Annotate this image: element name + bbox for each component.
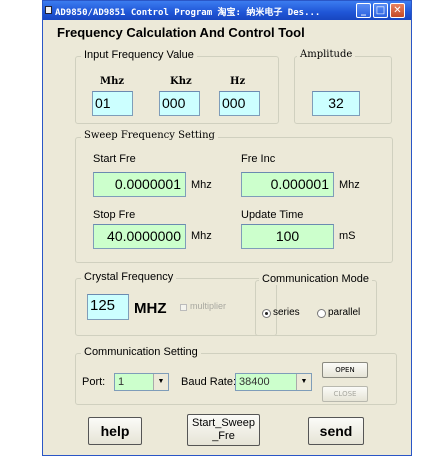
start-sweep-label-line1: Start_Sweep bbox=[192, 417, 255, 429]
title-bar[interactable]: AD9850/AD9851 Control Program 淘宝: 纳米电子 D… bbox=[43, 1, 411, 20]
chevron-down-icon: ▼ bbox=[153, 374, 168, 390]
serial-radio[interactable] bbox=[262, 309, 271, 318]
sweep-group: Sweep Frequency Setting Start Fre Fre In… bbox=[75, 130, 393, 263]
start-sweep-label-line2: _Fre bbox=[212, 430, 235, 442]
comm-setting-group: Communication Setting Port: 1 ▼ Baud Rat… bbox=[75, 346, 397, 405]
crystal-legend: Crystal Frequency bbox=[81, 271, 177, 283]
update-time-unit: mS bbox=[339, 230, 356, 242]
hz-label: Hz bbox=[230, 76, 246, 87]
comm-setting-legend: Communication Setting bbox=[81, 346, 201, 358]
stop-fre-input[interactable]: 40.0000000 bbox=[93, 224, 186, 249]
update-time-input[interactable]: 100 bbox=[241, 224, 334, 249]
comm-mode-group: Communication Mode series parallel bbox=[255, 273, 377, 336]
crystal-group: Crystal Frequency 125 MHZ multiplier bbox=[75, 271, 277, 336]
app-icon bbox=[45, 6, 52, 14]
crystal-input[interactable]: 125 bbox=[87, 294, 129, 320]
mhz-input[interactable]: 01 bbox=[92, 91, 133, 116]
mhz-label: Mhz bbox=[100, 76, 125, 87]
input-frequency-legend: Input Frequency Value bbox=[81, 49, 197, 61]
parallel-label: parallel bbox=[328, 307, 361, 318]
close-window-button[interactable]: ✕ bbox=[390, 3, 405, 18]
amplitude-input[interactable]: 32 bbox=[312, 91, 360, 116]
main-window: AD9850/AD9851 Control Program 淘宝: 纳米电子 D… bbox=[42, 0, 412, 456]
multiplier-checkbox[interactable] bbox=[180, 304, 187, 311]
baud-rate-value: 38400 bbox=[239, 376, 270, 388]
stop-fre-label: Stop Fre bbox=[93, 209, 136, 221]
window-title: AD9850/AD9851 Control Program 淘宝: 纳米电子 D… bbox=[55, 8, 321, 18]
minimize-button[interactable]: _ bbox=[356, 3, 371, 18]
fre-inc-label: Fre Inc bbox=[241, 153, 276, 165]
khz-input[interactable]: 000 bbox=[159, 91, 200, 116]
fre-inc-unit: Mhz bbox=[339, 179, 360, 191]
comm-mode-legend: Communication Mode bbox=[259, 273, 372, 285]
hz-input[interactable]: 000 bbox=[219, 91, 260, 116]
amplitude-legend: Amplitude bbox=[297, 49, 356, 60]
close-port-button[interactable]: CLOSE bbox=[322, 386, 368, 402]
start-sweep-button[interactable]: Start_Sweep _Fre bbox=[187, 414, 260, 446]
open-port-button[interactable]: OPEN bbox=[322, 362, 368, 378]
maximize-button[interactable]: □ bbox=[373, 3, 388, 18]
chevron-down-icon: ▼ bbox=[296, 374, 311, 390]
baud-rate-select[interactable]: 38400 ▼ bbox=[235, 373, 312, 391]
crystal-unit: MHZ bbox=[134, 300, 167, 317]
help-button[interactable]: help bbox=[88, 417, 142, 445]
start-fre-unit: Mhz bbox=[191, 179, 212, 191]
app-heading: Frequency Calculation And Control Tool bbox=[57, 25, 305, 40]
update-time-label: Update Time bbox=[241, 209, 304, 221]
amplitude-group: Amplitude 32 bbox=[294, 49, 392, 124]
baud-rate-label: Baud Rate: bbox=[181, 376, 237, 388]
start-fre-label: Start Fre bbox=[93, 153, 136, 165]
port-select[interactable]: 1 ▼ bbox=[114, 373, 169, 391]
sweep-legend: Sweep Frequency Setting bbox=[81, 130, 218, 141]
parallel-radio[interactable] bbox=[317, 309, 326, 318]
start-fre-input[interactable]: 0.0000001 bbox=[93, 172, 186, 197]
port-value: 1 bbox=[118, 376, 125, 388]
multiplier-label: multiplier bbox=[190, 301, 227, 311]
stop-fre-unit: Mhz bbox=[191, 230, 212, 242]
send-button[interactable]: send bbox=[308, 417, 364, 445]
port-label: Port: bbox=[82, 376, 106, 388]
input-frequency-group: Input Frequency Value Mhz Khz Hz 01 000 … bbox=[75, 49, 279, 124]
khz-label: Khz bbox=[170, 76, 192, 87]
serial-label: series bbox=[273, 307, 300, 318]
fre-inc-input[interactable]: 0.000001 bbox=[241, 172, 334, 197]
